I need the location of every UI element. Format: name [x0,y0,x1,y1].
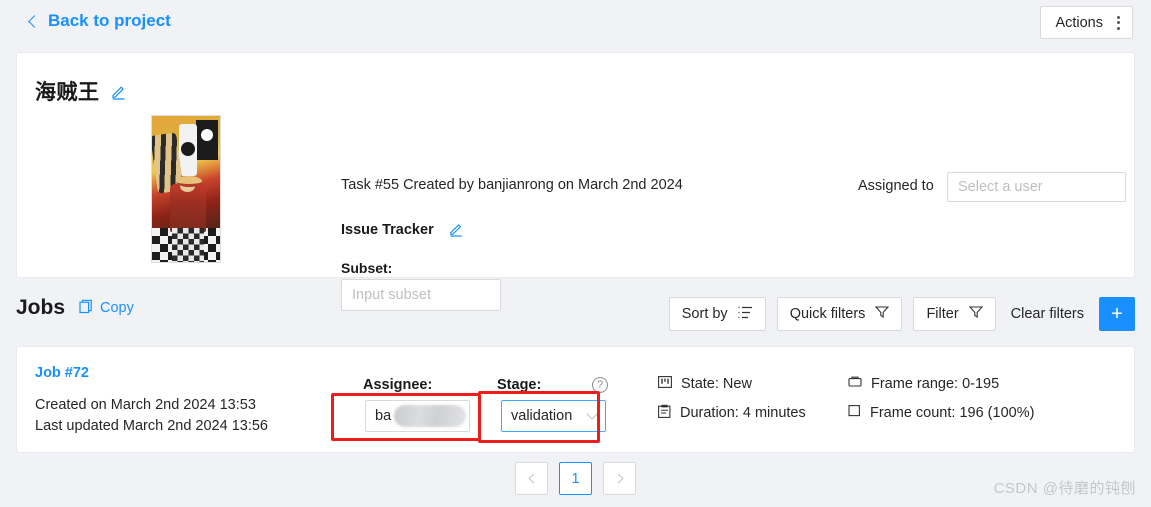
watermark: CSDN @待磨的钝刨 [993,480,1136,497]
redacted-block [394,405,466,427]
assignee-input[interactable]: ba [365,400,470,432]
assignee-value: ba [375,408,392,424]
actions-label: Actions [1055,14,1103,31]
clear-filters-button[interactable]: Clear filters [1007,297,1088,331]
task-title-row: 海贼王 [35,76,127,106]
task-thumbnail [151,115,221,263]
chevron-down-icon [586,408,598,420]
chevron-right-icon [613,473,623,484]
square-icon [848,404,861,421]
funnel-icon [875,305,890,323]
clipboard-icon [658,404,671,422]
stage-value: validation [511,408,573,424]
task-meta-line: Task #55 Created by banjianrong on March… [341,177,683,193]
job-state-info: State: New [658,375,752,393]
pagination: 1 [0,462,1151,495]
actions-button[interactable]: Actions [1040,6,1133,39]
task-card: 海贼王 Task #55 Created by banjianrong on M… [16,52,1135,311]
sort-by-label: Sort by [681,306,728,322]
job-duration-text: Duration: 4 minutes [680,405,806,421]
funnel-icon [968,305,983,323]
task-title: 海贼王 [35,81,100,104]
chevron-left-icon [28,15,41,28]
subset-input[interactable] [341,279,501,311]
top-bar: Back to project Actions [0,0,1151,46]
job-frame-count-text: Frame count: 196 (100%) [870,404,1035,421]
job-row: Job #72 Created on March 2nd 2024 13:53 … [16,346,1135,453]
plus-icon: + [1111,303,1123,325]
board-icon [658,375,672,393]
issue-tracker-row: Issue Tracker [341,221,465,238]
vertical-dots-icon [1117,15,1120,30]
edit-issue-tracker-pencil-icon[interactable] [448,221,465,238]
back-to-project-label: Back to project [48,11,171,30]
job-updated-text: Last updated March 2nd 2024 13:56 [35,418,268,434]
pagination-next-button[interactable] [603,462,636,495]
copy-label: Copy [100,300,134,316]
sort-by-button[interactable]: Sort by [668,297,766,331]
back-to-project-link[interactable]: Back to project [28,11,171,31]
stage-select[interactable]: validation [501,400,606,432]
edit-title-pencil-icon[interactable] [110,83,127,100]
job-id-link[interactable]: Job #72 [35,365,89,381]
assigned-to-label: Assigned to [858,178,934,194]
pagination-page-label: 1 [571,470,580,487]
filter-label: Filter [926,306,959,322]
filter-button[interactable]: Filter [913,297,996,331]
stage-label: Stage: [497,377,542,393]
copy-jobs-link[interactable]: Copy [79,299,134,318]
job-state-text: State: New [681,376,752,392]
task-detail-page: Back to project Actions 海贼王 Task #55 Cre… [0,0,1151,507]
job-frame-range-info: Frame range: 0-195 [848,375,999,392]
issue-tracker-label: Issue Tracker [341,221,434,238]
job-duration-info: Duration: 4 minutes [658,404,806,422]
quick-filters-label: Quick filters [789,306,866,322]
copy-icon [79,299,93,318]
assigned-to-input[interactable] [947,172,1126,202]
pagination-prev-button[interactable] [515,462,548,495]
pagination-page-1[interactable]: 1 [559,462,592,495]
add-job-button[interactable]: + [1099,297,1135,331]
assignee-label: Assignee: [363,377,433,393]
job-frame-range-text: Frame range: 0-195 [871,375,1000,392]
jobs-header: Jobs Copy [16,296,134,320]
sort-list-icon [738,306,753,323]
help-question-icon[interactable]: ? [592,377,608,393]
frame-range-icon [848,375,862,392]
job-frame-count-info: Frame count: 196 (100%) [848,404,1034,421]
jobs-title: Jobs [16,296,66,319]
clear-filters-label: Clear filters [1010,306,1084,322]
subset-label: Subset: [341,260,393,276]
chevron-left-icon [528,473,538,484]
job-created-text: Created on March 2nd 2024 13:53 [35,397,256,413]
jobs-toolbar: Sort by Quick filters Filter Clear filte… [668,297,1135,331]
quick-filters-button[interactable]: Quick filters [776,297,903,331]
